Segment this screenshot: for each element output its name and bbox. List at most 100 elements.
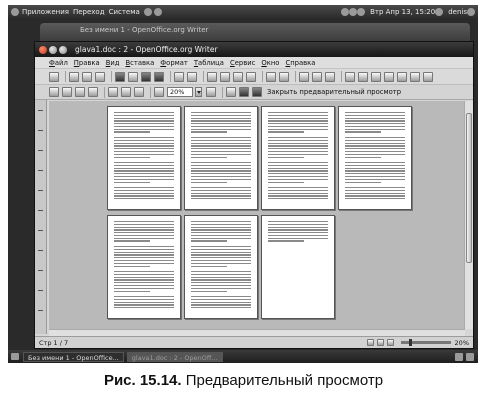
menu-tools[interactable]: Сервис xyxy=(230,59,255,67)
workspace-switcher-icon[interactable] xyxy=(455,352,463,361)
page-thumbnail-4[interactable] xyxy=(338,106,412,210)
book-view-icon[interactable] xyxy=(386,339,394,346)
show-desktop-icon[interactable] xyxy=(11,353,19,360)
print-icon[interactable] xyxy=(141,71,151,82)
single-page-view-icon[interactable] xyxy=(366,339,374,346)
open-icon[interactable] xyxy=(69,71,79,82)
background-window-title: Без имени 1 - OpenOffice.org Writer xyxy=(80,26,209,34)
menu-format[interactable]: Формат xyxy=(160,59,188,67)
email-icon[interactable] xyxy=(95,71,105,82)
background-window-titlebar[interactable]: Без имени 1 - OpenOffice.org Writer xyxy=(40,23,470,41)
taskbar-item-active[interactable]: glava1.doc : 2 - OpenOff... xyxy=(126,351,223,362)
find-replace-icon[interactable] xyxy=(345,71,355,82)
page-text-line xyxy=(268,184,328,185)
help-icon[interactable] xyxy=(143,7,152,16)
previous-page-icon[interactable] xyxy=(49,87,59,97)
username[interactable]: denis xyxy=(448,8,467,16)
volume-icon[interactable] xyxy=(349,7,358,16)
page-thumbnail-3[interactable] xyxy=(261,106,335,210)
maximize-window-icon[interactable] xyxy=(59,45,67,54)
fullscreen-icon[interactable] xyxy=(226,87,236,97)
taskbar-item[interactable]: Без имени 1 - OpenOffice... xyxy=(23,351,124,362)
browser-icon[interactable] xyxy=(153,7,162,16)
zoom-in-icon[interactable] xyxy=(206,87,216,97)
undo-icon[interactable] xyxy=(266,71,276,82)
nonprinting-chars-icon[interactable] xyxy=(397,71,407,82)
page-text-line xyxy=(114,221,174,223)
last-page-icon[interactable] xyxy=(88,87,98,97)
page-thumbnail-2[interactable] xyxy=(184,106,258,210)
zoom-icon[interactable] xyxy=(410,71,420,82)
power-icon[interactable] xyxy=(467,7,475,16)
multiple-pages-icon[interactable] xyxy=(121,87,131,97)
page-indicator[interactable]: Стр 1 / 7 xyxy=(39,339,68,347)
table-icon[interactable] xyxy=(312,71,322,82)
page-thumbnail-5[interactable] xyxy=(107,215,181,319)
show-draw-functions-icon[interactable] xyxy=(325,71,335,82)
page-text-line xyxy=(268,192,328,194)
copy-icon[interactable] xyxy=(220,71,230,82)
vertical-scrollbar[interactable] xyxy=(464,101,473,329)
format-paintbrush-icon[interactable] xyxy=(246,71,256,82)
network-icon[interactable] xyxy=(341,7,350,16)
first-page-icon[interactable] xyxy=(75,87,85,97)
zoom-out-icon[interactable] xyxy=(154,87,164,97)
menu-help[interactable]: Справка xyxy=(285,59,315,67)
page-text-line xyxy=(191,223,251,225)
zoom-level[interactable]: 20% xyxy=(455,339,469,347)
help-icon[interactable] xyxy=(423,71,433,82)
minimize-window-icon[interactable] xyxy=(49,45,57,54)
print-page-view-icon[interactable] xyxy=(252,87,262,97)
zoom-slider[interactable] xyxy=(400,339,451,346)
navigator-icon[interactable] xyxy=(358,71,368,82)
page-thumbnail-1[interactable] xyxy=(107,106,181,210)
page-text-line xyxy=(191,265,227,267)
data-sources-icon[interactable] xyxy=(384,71,394,82)
menu-table[interactable]: Таблица xyxy=(194,59,224,67)
menu-system[interactable]: Система xyxy=(109,8,140,16)
spellcheck-icon[interactable] xyxy=(174,71,184,82)
new-document-icon[interactable] xyxy=(49,71,59,82)
two-pages-icon[interactable] xyxy=(108,87,118,97)
next-page-icon[interactable] xyxy=(62,87,72,97)
page-text-line xyxy=(191,123,251,125)
hyperlink-icon[interactable] xyxy=(299,71,309,82)
clock[interactable]: Втр Апр 13, 15:20 xyxy=(370,8,435,16)
vertical-ruler[interactable] xyxy=(35,100,47,334)
scrollbar-thumb[interactable] xyxy=(466,113,472,263)
edit-file-icon[interactable] xyxy=(115,71,125,82)
zoom-dropdown-button[interactable] xyxy=(195,87,202,97)
window-titlebar[interactable]: glava1.doc : 2 - OpenOffice.org Writer xyxy=(35,42,473,57)
page-text-line xyxy=(191,298,251,301)
page-text-line xyxy=(114,240,150,242)
menu-insert[interactable]: Вставка xyxy=(125,59,154,67)
print-options-icon[interactable] xyxy=(239,87,249,97)
menu-view[interactable]: Вид xyxy=(106,59,120,67)
mail-icon[interactable] xyxy=(357,7,366,16)
trash-icon[interactable] xyxy=(466,352,474,361)
gallery-icon[interactable] xyxy=(371,71,381,82)
page-thumbnail-6[interactable] xyxy=(184,215,258,319)
autospellcheck-icon[interactable] xyxy=(187,71,197,82)
page-text-line xyxy=(114,265,150,267)
menu-applications[interactable]: Приложения xyxy=(22,8,69,16)
page-text-line xyxy=(345,173,405,175)
menu-window[interactable]: Окно xyxy=(261,59,279,67)
menu-file[interactable]: Файл xyxy=(49,59,68,67)
save-icon[interactable] xyxy=(82,71,92,82)
menu-places[interactable]: Переход xyxy=(73,8,105,16)
page-thumbnail-7[interactable] xyxy=(261,215,335,319)
export-pdf-icon[interactable] xyxy=(128,71,138,82)
redo-icon[interactable] xyxy=(279,71,289,82)
zoom-input[interactable]: 20% xyxy=(167,87,193,97)
close-preview-button[interactable]: Закрыть предварительный просмотр xyxy=(267,88,401,96)
ubuntu-logo-icon[interactable] xyxy=(11,7,19,16)
close-window-icon[interactable] xyxy=(39,45,47,54)
cut-icon[interactable] xyxy=(207,71,217,82)
multi-page-view-icon[interactable] xyxy=(376,339,384,346)
preview-canvas[interactable] xyxy=(49,101,465,329)
book-preview-icon[interactable] xyxy=(134,87,144,97)
print-preview-icon[interactable] xyxy=(154,71,164,82)
paste-icon[interactable] xyxy=(233,71,243,82)
menu-edit[interactable]: Правка xyxy=(74,59,100,67)
